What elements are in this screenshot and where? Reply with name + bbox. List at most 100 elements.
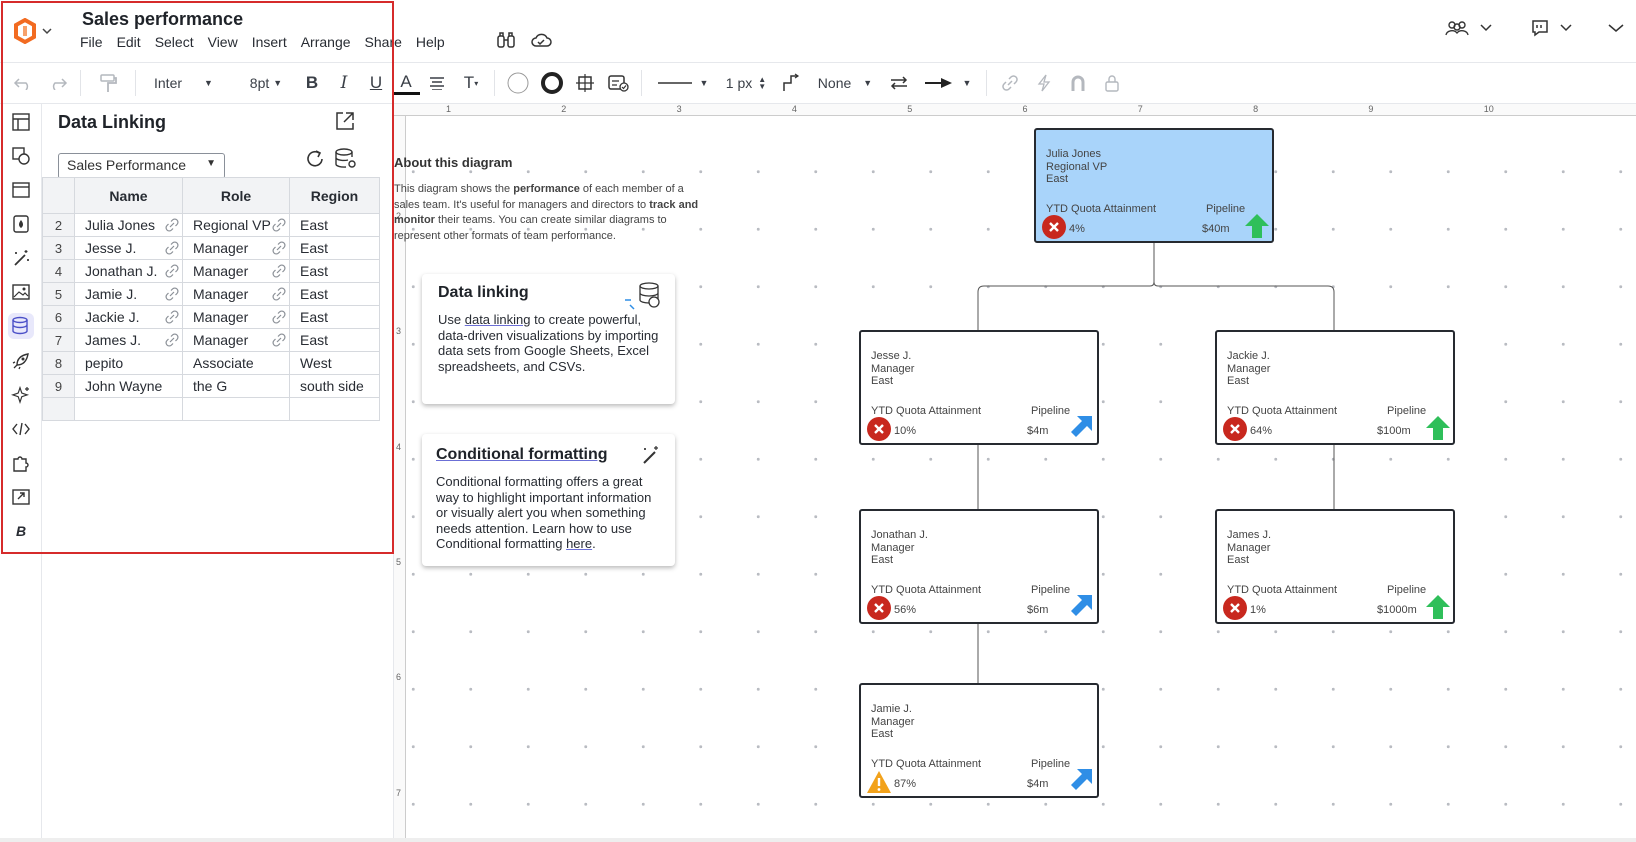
arrow-start-select[interactable]: None ▼ bbox=[808, 68, 882, 98]
row-number[interactable]: 9 bbox=[42, 374, 75, 398]
collapse-header-icon[interactable] bbox=[1608, 23, 1624, 33]
menu-view[interactable]: View bbox=[208, 34, 246, 54]
cell-name[interactable]: Jamie J. bbox=[74, 282, 183, 306]
font-size-select[interactable]: 8pt ▼ bbox=[236, 68, 296, 98]
cell-region[interactable]: West bbox=[289, 351, 380, 375]
arrow-end-select[interactable]: ▼ bbox=[916, 68, 980, 98]
menu-file[interactable]: File bbox=[80, 34, 111, 54]
puzzle-icon[interactable] bbox=[8, 450, 34, 476]
cell-name[interactable]: Jackie J. bbox=[74, 305, 183, 329]
text-align-icon[interactable] bbox=[420, 68, 454, 98]
rocket-icon[interactable] bbox=[8, 348, 34, 374]
row-number[interactable] bbox=[42, 397, 75, 421]
font-family-select[interactable]: Inter ▼ bbox=[142, 68, 232, 98]
cell-region[interactable]: East bbox=[289, 305, 380, 329]
data-settings-icon[interactable] bbox=[334, 147, 358, 176]
line-shape-icon[interactable] bbox=[774, 68, 808, 98]
format-painter-icon[interactable] bbox=[87, 68, 129, 98]
cell-region[interactable]: East bbox=[289, 259, 380, 283]
cell-name[interactable] bbox=[74, 397, 183, 421]
diagram-canvas[interactable]: 1 2 3 4 5 6 7 8 9 10 234567 About this diagram Th… bbox=[394, 104, 1636, 838]
conditional-format-icon[interactable] bbox=[601, 68, 635, 98]
cell-role[interactable] bbox=[182, 397, 290, 421]
cell-name[interactable]: Jesse J. bbox=[74, 236, 183, 260]
swap-arrows-icon[interactable] bbox=[882, 68, 916, 98]
org-node[interactable]: Jonathan J. Manager East YTD Quota Attainme… bbox=[859, 509, 1099, 624]
brand-b-icon[interactable]: B bbox=[8, 518, 34, 544]
row-number[interactable]: 2 bbox=[42, 213, 75, 237]
cell-region[interactable]: East bbox=[289, 236, 380, 260]
row-number[interactable]: 6 bbox=[42, 305, 75, 329]
data-linking-icon[interactable] bbox=[8, 313, 34, 339]
chevron-down-icon[interactable] bbox=[1560, 24, 1572, 32]
image-icon[interactable] bbox=[8, 279, 34, 305]
bold-icon[interactable]: B bbox=[296, 68, 328, 98]
cell-name[interactable]: James J. bbox=[74, 328, 183, 352]
cell-region[interactable]: East bbox=[289, 282, 380, 306]
code-icon[interactable] bbox=[8, 416, 34, 442]
refresh-icon[interactable] bbox=[304, 148, 326, 175]
line-width-stepper[interactable]: 1 px ▲ ▼ bbox=[718, 68, 774, 98]
column-header-role[interactable]: Role bbox=[182, 177, 290, 214]
comments-icon[interactable] bbox=[1530, 18, 1550, 38]
cell-region[interactable]: East bbox=[289, 328, 380, 352]
sheet-select[interactable]: Sales Performance ▼ bbox=[58, 153, 225, 179]
cell-name[interactable]: John Wayne bbox=[74, 374, 183, 398]
cell-role[interactable]: Manager bbox=[182, 282, 290, 306]
cell-role[interactable]: Associate bbox=[182, 351, 290, 375]
row-number[interactable]: 4 bbox=[42, 259, 75, 283]
menu-help[interactable]: Help bbox=[416, 34, 453, 54]
row-number[interactable]: 5 bbox=[42, 282, 75, 306]
document-title[interactable]: Sales performance bbox=[82, 9, 243, 30]
menu-insert[interactable]: Insert bbox=[252, 34, 295, 54]
grid-corner[interactable] bbox=[42, 177, 75, 214]
fill-color-icon[interactable] bbox=[501, 68, 535, 98]
action-bolt-icon[interactable] bbox=[1027, 68, 1061, 98]
italic-icon[interactable]: I bbox=[328, 68, 360, 98]
org-node[interactable]: James J. Manager East YTD Quota Attainment P… bbox=[1215, 509, 1455, 624]
cell-role[interactable]: Manager bbox=[182, 259, 290, 283]
templates-icon[interactable] bbox=[8, 109, 34, 135]
menu-share[interactable]: Share bbox=[365, 34, 410, 54]
cell-role[interactable]: the G bbox=[182, 374, 290, 398]
line-style-select[interactable]: ▼ bbox=[648, 68, 718, 98]
cell-role[interactable]: Regional VP bbox=[182, 213, 290, 237]
text-options-icon[interactable]: T ▾ bbox=[454, 68, 488, 98]
cell-name[interactable]: Jonathan J. bbox=[74, 259, 183, 283]
row-number[interactable]: 3 bbox=[42, 236, 75, 260]
menu-arrange[interactable]: Arrange bbox=[301, 34, 359, 54]
magnet-icon[interactable] bbox=[1061, 68, 1095, 98]
column-header-name[interactable]: Name bbox=[74, 177, 183, 214]
org-node[interactable]: Jesse J. Manager East YTD Quota Attainment P… bbox=[859, 330, 1099, 445]
app-logo[interactable] bbox=[12, 14, 58, 48]
undo-icon[interactable] bbox=[4, 68, 42, 98]
sparkle-ai-icon[interactable] bbox=[8, 382, 34, 408]
cell-role[interactable]: Manager bbox=[182, 236, 290, 260]
cell-region[interactable] bbox=[289, 397, 380, 421]
cell-role[interactable]: Manager bbox=[182, 328, 290, 352]
column-header-region[interactable]: Region bbox=[289, 177, 380, 214]
collaborators-icon[interactable] bbox=[1444, 18, 1470, 38]
fill-drop-icon[interactable] bbox=[8, 211, 34, 237]
cell-role[interactable]: Manager bbox=[182, 305, 290, 329]
frame-icon[interactable] bbox=[8, 177, 34, 203]
magic-wand-icon[interactable] bbox=[8, 245, 34, 271]
binoculars-icon[interactable] bbox=[496, 30, 516, 50]
org-node[interactable]: Julia Jones Regional VP East YTD Quota Atta… bbox=[1034, 128, 1274, 243]
cell-region[interactable]: south side bbox=[289, 374, 380, 398]
line-color-icon[interactable] bbox=[535, 68, 569, 98]
link-icon[interactable] bbox=[993, 68, 1027, 98]
org-node[interactable]: Jamie J. Manager East YTD Quota Attainment P… bbox=[859, 683, 1099, 798]
underline-icon[interactable]: U bbox=[360, 68, 392, 98]
menu-edit[interactable]: Edit bbox=[117, 34, 149, 54]
cell-name[interactable]: Julia Jones bbox=[74, 213, 183, 237]
cell-name[interactable]: pepito bbox=[74, 351, 183, 375]
shape-options-icon[interactable] bbox=[569, 68, 601, 98]
popout-icon[interactable] bbox=[334, 110, 356, 137]
menu-select[interactable]: Select bbox=[155, 34, 202, 54]
cell-region[interactable]: East bbox=[289, 213, 380, 237]
redo-icon[interactable] bbox=[42, 68, 74, 98]
shapes-icon[interactable] bbox=[8, 143, 34, 169]
row-number[interactable]: 8 bbox=[42, 351, 75, 375]
cloud-saved-icon[interactable] bbox=[530, 30, 552, 50]
